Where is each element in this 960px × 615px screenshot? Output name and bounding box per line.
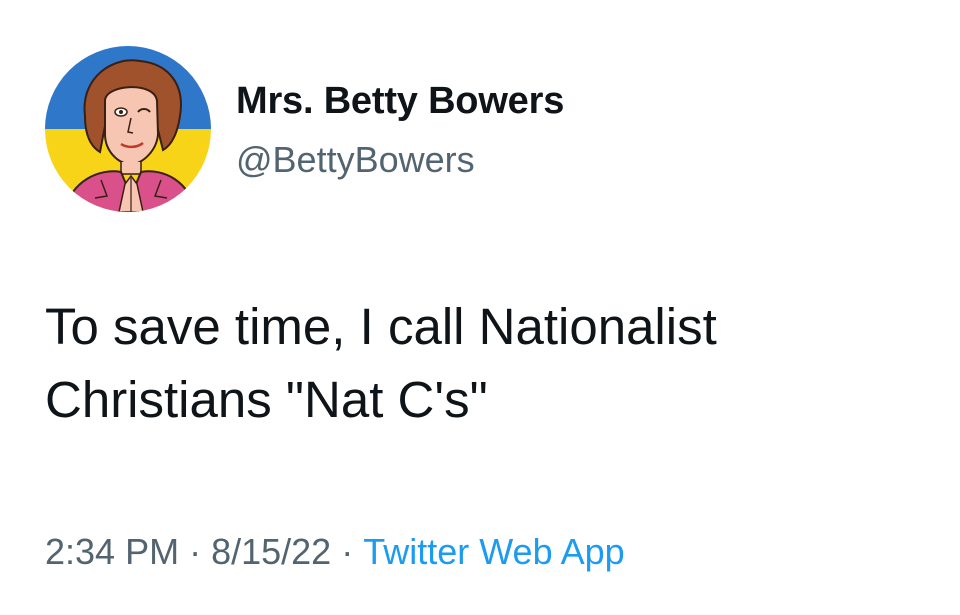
avatar-image [45, 46, 211, 212]
tweet-source-link[interactable]: Twitter Web App [363, 531, 624, 572]
tweet-text-line-2: Christians "Nat C's" [45, 371, 488, 428]
tweet-date[interactable]: 8/15/22 [211, 531, 331, 572]
meta-separator: · [341, 531, 354, 572]
avatar[interactable] [45, 46, 211, 212]
display-name[interactable]: Mrs. Betty Bowers [236, 78, 564, 124]
meta-separator: · [189, 531, 202, 572]
tweet-meta: 2:34 PM · 8/15/22 · Twitter Web App [45, 530, 625, 574]
tweet-text-line-1: To save time, I call Nationalist [45, 298, 717, 355]
tweet-card: Mrs. Betty Bowers @BettyBowers To save t… [0, 0, 960, 615]
tweet-time[interactable]: 2:34 PM [45, 531, 179, 572]
tweet-text: To save time, I call Nationalist Christi… [45, 290, 925, 436]
user-handle[interactable]: @BettyBowers [236, 138, 475, 182]
